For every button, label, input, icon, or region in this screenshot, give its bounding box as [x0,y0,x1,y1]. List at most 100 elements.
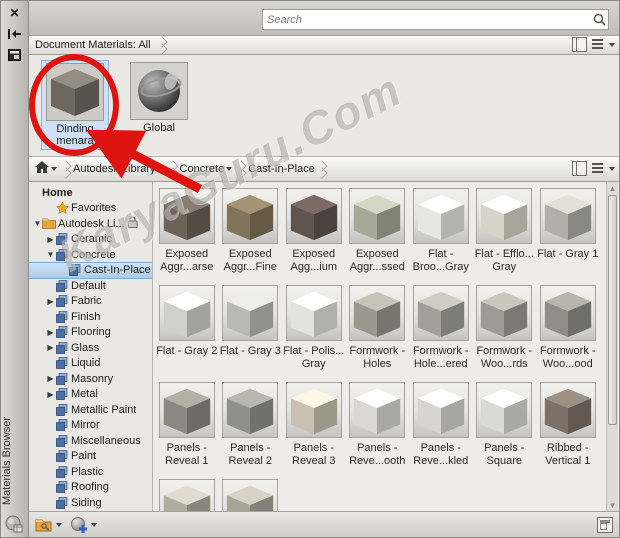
tree-item-plastic[interactable]: Plastic [29,464,152,480]
tree-item-label: Metallic Paint [71,404,136,416]
breadcrumb: Autodesk Library Concrete Cast-In-Place [35,161,329,178]
material-tile-dinding-menara[interactable]: Dinding menara [41,60,109,150]
material-tile[interactable] [219,477,283,511]
tree-item-flooring[interactable]: ▶ Flooring [29,325,152,341]
swatch-options-icon[interactable] [4,514,24,537]
scroll-up-icon[interactable]: ▲ [607,182,618,194]
material-tile-exposed-aggr-arse[interactable]: Exposed Aggr...arse [155,186,219,283]
tree-item-finish[interactable]: Finish [29,309,152,325]
material-tile-exposed-aggr-ssed[interactable]: Exposed Aggr...ssed [346,186,410,283]
material-tile[interactable] [155,477,219,511]
material-thumbnail [286,382,342,438]
library-view-type-button[interactable] [572,161,587,176]
expand-arrow-icon[interactable]: ▶ [46,374,55,383]
grid-scrollbar[interactable]: ▲ ▼ [606,182,618,511]
material-editor-toggle-button[interactable] [597,517,613,533]
material-tile-ribbed-vertical-1[interactable]: Ribbed - Vertical 1 [536,380,600,477]
properties-icon[interactable] [5,46,25,64]
breadcrumb-item-library[interactable]: Autodesk Library [73,163,156,175]
material-tile-panels-reveal-2[interactable]: Panels - Reveal 2 [219,380,283,477]
tree-item-favorites[interactable]: Favorites [29,201,152,217]
material-thumbnail [222,479,278,511]
tree-item-liquid[interactable]: Liquid [29,356,152,372]
material-tile-panels-square[interactable]: Panels - Square [473,380,537,477]
material-tile-flat-polis-gray[interactable]: Flat - Polis... Gray [282,283,346,380]
category-dropdown-icon[interactable] [226,167,232,171]
breadcrumb-item-subcategory[interactable]: Cast-In-Place [248,163,315,175]
tree-item-metal[interactable]: ▶ Metal [29,387,152,403]
material-tile-formwork-holes[interactable]: Formwork - Holes [346,283,410,380]
home-icon[interactable] [35,161,49,177]
material-thumbnail [159,188,215,244]
palette-title: Materials Browser [1,389,29,509]
expand-arrow-icon[interactable]: ▶ [46,297,55,306]
search-box[interactable] [262,9,609,30]
tree-item-icon [55,435,69,447]
material-tile-flat-efflo-gray[interactable]: Flat - Efflo... Gray [473,186,537,283]
material-thumbnail [286,285,342,341]
library-breadcrumb-bar: Autodesk Library Concrete Cast-In-Place [29,157,619,182]
material-thumbnail [159,285,215,341]
tree-item-fabric[interactable]: ▶ Fabric [29,294,152,310]
tree-item-cast-in-place[interactable]: Cast-In-Place [29,263,152,279]
material-tile-panels-reve-kled[interactable]: Panels - Reve...kled [409,380,473,477]
expand-arrow-icon[interactable]: ▶ [46,343,55,352]
tree-item-siding[interactable]: Siding [29,495,152,511]
expand-arrow-icon[interactable]: ▼ [33,219,42,228]
tree-item-paint[interactable]: Paint [29,449,152,465]
material-tile-panels-reveal-1[interactable]: Panels - Reveal 1 [155,380,219,477]
search-icon[interactable] [590,13,608,26]
material-thumbnail [476,382,532,438]
library-dropdown-icon[interactable] [158,167,164,171]
tree-item-metallic-paint[interactable]: Metallic Paint [29,402,152,418]
materials-grid-wrap: Exposed Aggr...arse Exposed Aggr...Fine … [153,182,619,511]
tree-item-roofing[interactable]: Roofing [29,480,152,496]
material-tile-panels-reveal-3[interactable]: Panels - Reveal 3 [282,380,346,477]
create-material-button[interactable] [70,516,97,534]
tree-item-concrete[interactable]: ▼ Concrete [29,247,152,263]
tree-item-mirror[interactable]: Mirror [29,418,152,434]
tree-item-icon [55,342,69,354]
top-toolbar [29,1,619,36]
scroll-down-icon[interactable]: ▼ [607,499,618,511]
material-thumbnail [130,62,188,120]
material-tile-flat-broo-gray[interactable]: Flat - Broo...Gray [409,186,473,283]
material-tile-exposed-agg-ium[interactable]: Exposed Agg...ium [282,186,346,283]
home-dropdown-icon[interactable] [51,167,57,171]
tree-item-glass[interactable]: ▶ Glass [29,340,152,356]
material-tile-exposed-aggr-fine[interactable]: Exposed Aggr...Fine [219,186,283,283]
tree-item-default[interactable]: Default [29,278,152,294]
material-tile-flat-gray-2[interactable]: Flat - Gray 2 [155,283,219,380]
expand-arrow-icon[interactable]: ▼ [46,250,55,259]
tree-item-autodesk-li[interactable]: ▼ Autodesk Li... [29,216,152,232]
material-name: Formwork - Hole...ered [409,345,473,371]
tree-item-label: Concrete [71,249,116,261]
tree-item-ceramic[interactable]: ▶ Ceramic [29,232,152,248]
expand-arrow-icon[interactable]: ▶ [46,235,55,244]
tree-item-icon [55,233,69,245]
material-tile-formwork-hole-ered[interactable]: Formwork - Hole...ered [409,283,473,380]
manage-library-button[interactable] [35,517,62,533]
autohide-icon[interactable] [5,25,25,43]
expand-arrow-icon[interactable]: ▶ [46,390,55,399]
doc-view-type-button[interactable] [572,37,587,52]
scrollbar-thumb[interactable] [608,195,617,425]
search-input[interactable] [263,14,590,26]
material-tile-formwork-woo-rds[interactable]: Formwork - Woo...rds [473,283,537,380]
tree-item-masonry[interactable]: ▶ Masonry [29,371,152,387]
breadcrumb-item-category[interactable]: Concrete [180,163,225,175]
tree-item-miscellaneous[interactable]: Miscellaneous [29,433,152,449]
material-tile-global[interactable]: Global [125,60,193,136]
expand-arrow-icon[interactable]: ▶ [46,328,55,337]
library-sort-menu-button[interactable] [592,161,615,176]
material-tile-formwork-woo-ood[interactable]: Formwork - Woo...ood [536,283,600,380]
material-tile-panels-reve-ooth[interactable]: Panels - Reve...ooth [346,380,410,477]
material-tile-flat-gray-3[interactable]: Flat - Gray 3 [219,283,283,380]
tree-item-home[interactable]: Home [29,185,152,201]
doc-sort-menu-button[interactable] [592,37,615,52]
lock-icon [127,216,138,231]
tree-item-label: Miscellaneous [71,435,141,447]
material-name: Formwork - Woo...ood [536,345,600,371]
close-icon[interactable]: ✕ [5,4,25,22]
material-tile-flat-gray-1[interactable]: Flat - Gray 1 [536,186,600,283]
